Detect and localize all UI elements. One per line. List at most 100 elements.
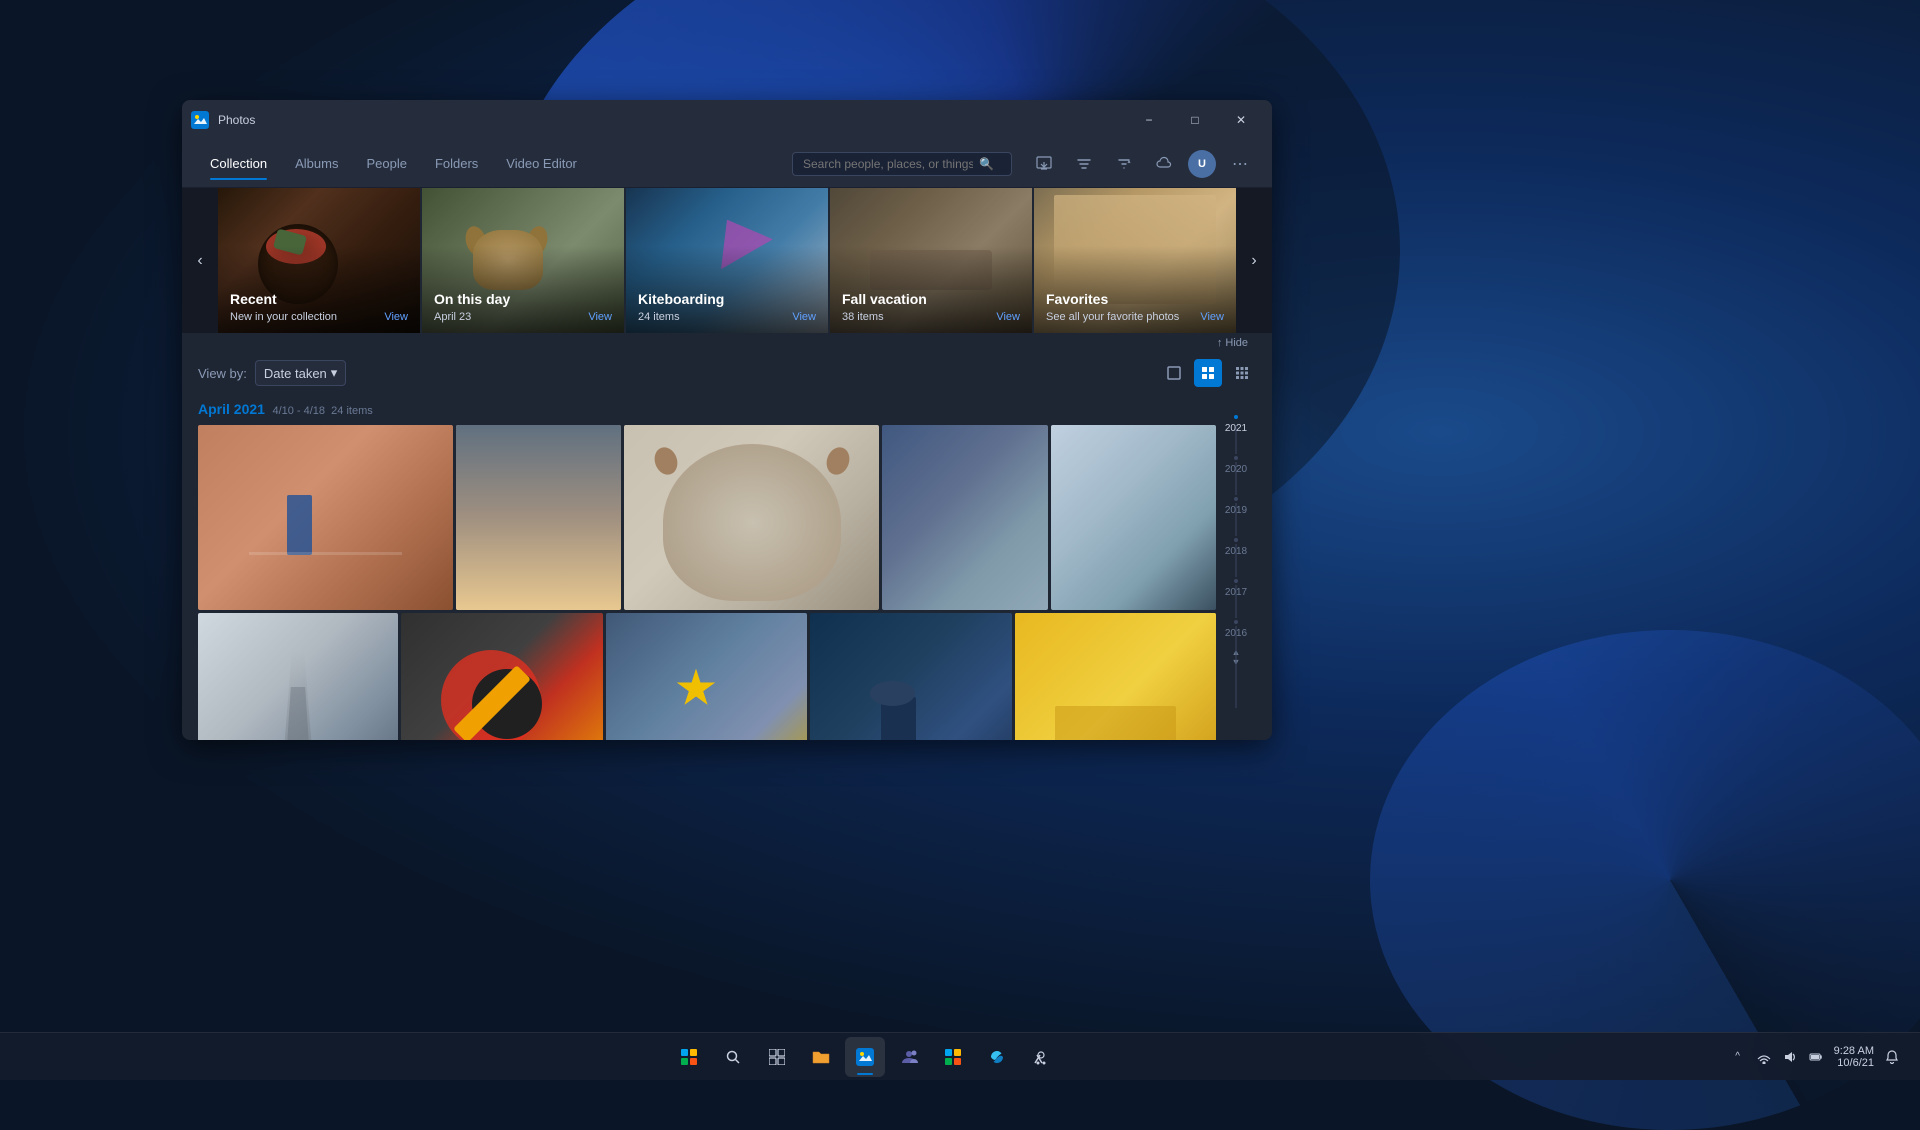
highlight-card-fall-vacation[interactable]: Fall vacation 38 items View — [830, 188, 1032, 333]
timeline-label-2020[interactable]: 2020 — [1225, 464, 1247, 475]
taskbar: ^ — [0, 1032, 1920, 1080]
filter-icon[interactable] — [1068, 148, 1100, 180]
timeline-label-2021[interactable]: 2021 — [1225, 423, 1247, 434]
view-mode-medium-grid[interactable] — [1194, 359, 1222, 387]
view-mode-small-grid[interactable] — [1228, 359, 1256, 387]
photo-desert[interactable] — [198, 425, 453, 610]
photo-shore[interactable] — [882, 425, 1047, 610]
hide-button[interactable]: ↑ Hide — [1209, 335, 1256, 351]
month-title: April 2021 — [198, 401, 265, 417]
highlight-view-favorites[interactable]: View — [1200, 311, 1224, 323]
photo-yellow-house[interactable] — [1015, 613, 1217, 740]
cloud-icon[interactable] — [1148, 148, 1180, 180]
nav-item-folders[interactable]: Folders — [423, 148, 490, 179]
timeline-dot-2016[interactable] — [1232, 618, 1240, 626]
taskbar-time-text: 9:28 AM — [1834, 1045, 1874, 1057]
taskbar-teams-button[interactable] — [889, 1037, 929, 1077]
taskbar-start-button[interactable] — [669, 1037, 709, 1077]
timeline-item-2020[interactable]: 2020 — [1225, 450, 1247, 479]
timeline-item-2018[interactable]: 2018 — [1225, 532, 1247, 561]
photos-window: Photos − □ ✕ Collection Albums People Fo… — [182, 100, 1272, 740]
timeline-label-2016[interactable]: 2016 — [1225, 628, 1247, 639]
photo-eiffel[interactable] — [198, 613, 398, 740]
tray-expand-button[interactable]: ^ — [1730, 1041, 1746, 1073]
notification-icon[interactable] — [1880, 1041, 1904, 1073]
photos-main: April 2021 4/10 - 4/18 24 items — [198, 401, 1216, 732]
nav-item-people[interactable]: People — [354, 148, 418, 179]
highlight-view-recent[interactable]: View — [384, 311, 408, 323]
month-header: April 2021 4/10 - 4/18 24 items — [198, 401, 1216, 419]
highlight-sub-favorites: See all your favorite photos — [1046, 311, 1179, 323]
view-by-select[interactable]: Date taken ▾ — [255, 360, 346, 386]
highlight-title-kiteboarding: Kiteboarding — [638, 291, 816, 307]
timeline-sidebar: 2021 2020 2019 2018 2017 — [1216, 401, 1256, 732]
timeline-item-2017[interactable]: 2017 — [1225, 573, 1247, 602]
photo-row-1 — [198, 425, 1216, 610]
highlights-next-button[interactable]: › — [1236, 188, 1272, 333]
view-mode-buttons — [1160, 359, 1256, 387]
hide-bar: ↑ Hide — [182, 333, 1272, 353]
view-by-left: View by: Date taken ▾ — [198, 360, 346, 386]
photo-dog2[interactable] — [624, 425, 879, 610]
timeline-label-2017[interactable]: 2017 — [1225, 587, 1247, 598]
highlight-view-on-this-day[interactable]: View — [588, 311, 612, 323]
view-mode-single[interactable] — [1160, 359, 1188, 387]
nav-item-video-editor[interactable]: Video Editor — [494, 148, 589, 179]
nav-item-albums[interactable]: Albums — [283, 148, 350, 179]
volume-icon[interactable] — [1778, 1041, 1802, 1073]
timeline-item-2019[interactable]: 2019 — [1225, 491, 1247, 520]
user-avatar[interactable]: U — [1188, 150, 1216, 178]
nav-icon-group: U ⋯ — [1028, 148, 1256, 180]
taskbar-task-view-button[interactable] — [757, 1037, 797, 1077]
highlight-view-kiteboarding[interactable]: View — [792, 311, 816, 323]
highlight-card-favorites[interactable]: Favorites See all your favorite photos V… — [1034, 188, 1236, 333]
timeline-dot-2021[interactable] — [1232, 413, 1240, 421]
photo-star-kite[interactable] — [606, 613, 808, 740]
highlights-prev-button[interactable]: ‹ — [182, 188, 218, 333]
nav-item-collection[interactable]: Collection — [198, 148, 279, 179]
timeline-item-2016[interactable]: 2016 — [1225, 614, 1247, 643]
photos-area: April 2021 4/10 - 4/18 24 items — [182, 393, 1272, 740]
search-input[interactable] — [803, 157, 973, 171]
more-options-icon[interactable]: ⋯ — [1224, 148, 1256, 180]
close-button[interactable]: ✕ — [1218, 104, 1264, 136]
network-icon[interactable] — [1752, 1041, 1776, 1073]
search-box[interactable]: 🔍 — [792, 152, 1012, 176]
taskbar-store-button[interactable] — [933, 1037, 973, 1077]
sort-icon[interactable] — [1108, 148, 1140, 180]
photo-paris-city[interactable] — [456, 425, 621, 610]
timeline-dot-2019[interactable] — [1232, 495, 1240, 503]
timeline-label-2018[interactable]: 2018 — [1225, 546, 1247, 557]
timeline-item-2021[interactable]: 2021 — [1225, 409, 1247, 438]
view-by-bar: View by: Date taken ▾ — [182, 353, 1272, 393]
highlights-strip: ‹ Recent New in your collection View — [182, 188, 1272, 333]
maximize-button[interactable]: □ — [1172, 104, 1218, 136]
timeline-dot-2017[interactable] — [1232, 577, 1240, 585]
view-by-label: View by: — [198, 366, 247, 381]
highlight-card-kiteboarding[interactable]: Kiteboarding 24 items View — [626, 188, 828, 333]
taskbar-explorer-button[interactable] — [801, 1037, 841, 1077]
nav-bar: Collection Albums People Folders Video E… — [182, 140, 1272, 188]
taskbar-photos-button[interactable] — [845, 1037, 885, 1077]
highlight-view-fall-vacation[interactable]: View — [996, 311, 1020, 323]
taskbar-search-button[interactable] — [713, 1037, 753, 1077]
taskbar-edge-button[interactable] — [977, 1037, 1017, 1077]
highlight-card-recent[interactable]: Recent New in your collection View — [218, 188, 420, 333]
battery-icon[interactable] — [1804, 1041, 1828, 1073]
photo-coast[interactable] — [1051, 425, 1216, 610]
highlight-sub-on-this-day: April 23 — [434, 311, 471, 323]
timeline-dot-2020[interactable] — [1232, 454, 1240, 462]
taskbar-snip-button[interactable] — [1021, 1037, 1061, 1077]
import-icon[interactable] — [1028, 148, 1060, 180]
highlight-card-on-this-day[interactable]: On this day April 23 View — [422, 188, 624, 333]
timeline-label-2019[interactable]: 2019 — [1225, 505, 1247, 516]
highlight-title-fall-vacation: Fall vacation — [842, 291, 1020, 307]
timeline-dot-2018[interactable] — [1232, 536, 1240, 544]
taskbar-clock[interactable]: 9:28 AM 10/6/21 — [1834, 1045, 1874, 1069]
photo-tools[interactable] — [401, 613, 603, 740]
photo-row-2 — [198, 613, 1216, 740]
photo-bird[interactable] — [810, 613, 1012, 740]
minimize-button[interactable]: − — [1126, 104, 1172, 136]
month-range: 4/10 - 4/18 24 items — [269, 405, 372, 417]
title-bar-left: Photos — [190, 110, 255, 130]
